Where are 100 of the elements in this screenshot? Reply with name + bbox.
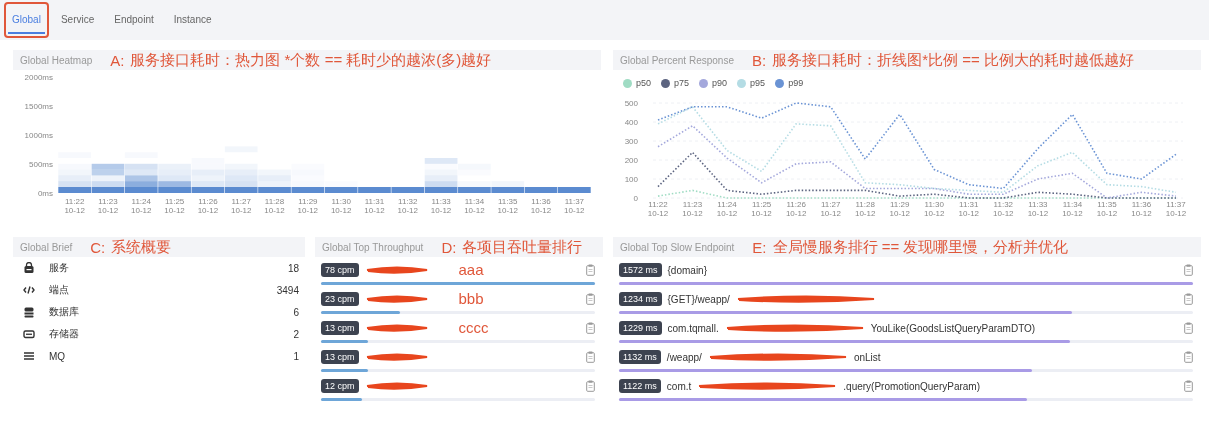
panel-title: Global Percent Response — [620, 54, 734, 66]
legend-item[interactable]: p99 — [775, 78, 804, 88]
annotation-text: 服务接口耗时：折线图*比例 == 比例大的耗时越低越好 — [772, 50, 1134, 70]
axis-label: 11:25 10-12 — [164, 197, 185, 215]
value-badge: 1132 ms — [619, 350, 661, 364]
axis-label: 11:33 10-12 — [1027, 200, 1049, 218]
axis-label: 11:35 10-12 — [497, 197, 518, 215]
axis-label: 11:28 10-12 — [854, 200, 876, 218]
axis-label: 400 — [624, 118, 638, 127]
axis-label: 2000ms — [24, 73, 53, 82]
axis-label: 11:32 10-12 — [993, 200, 1014, 218]
legend-item[interactable]: p90 — [699, 78, 728, 88]
axis-label: 11:36 10-12 — [530, 197, 552, 215]
tab[interactable]: Global — [8, 6, 45, 34]
redaction-scribble — [364, 352, 429, 362]
code-icon — [23, 284, 35, 296]
axis-label: 1000ms — [24, 131, 53, 140]
value-badge: 13 cpm — [321, 350, 359, 364]
axis-label: 11:35 10-12 — [1096, 200, 1118, 218]
endpoint-name: .query(PromotionQueryParam) — [843, 380, 981, 392]
axis-label: 11:33 10-12 — [430, 197, 452, 215]
clipboard-icon[interactable] — [1184, 293, 1193, 305]
legend-item[interactable]: p75 — [661, 78, 690, 88]
clipboard-icon[interactable] — [586, 380, 595, 392]
axis-label: 11:31 10-12 — [958, 200, 980, 218]
axis-label: 11:36 10-12 — [1131, 200, 1152, 218]
axis-label: 11:27 10-12 — [820, 200, 841, 218]
endpoint-name: {GET}/weapp/ — [667, 293, 730, 305]
storage-icon — [23, 328, 35, 340]
database-icon — [23, 306, 35, 318]
axis-label: 11:34 10-12 — [464, 197, 485, 215]
brief-count: 1 — [293, 350, 299, 362]
clipboard-icon[interactable] — [1184, 264, 1193, 276]
clipboard-icon[interactable] — [586, 351, 595, 363]
clipboard-icon[interactable] — [1184, 322, 1193, 334]
value-badge: 12 cpm — [321, 379, 359, 393]
annotation-letter: A: — [110, 51, 125, 69]
value-badge: 1122 ms — [619, 379, 661, 393]
axis-label: 11:32 10-12 — [397, 197, 418, 215]
brief-label: 存储器 — [49, 327, 80, 341]
clipboard-icon[interactable] — [586, 264, 595, 276]
value-badge: 13 cpm — [321, 321, 359, 335]
brief-label: 端点 — [49, 283, 70, 297]
clipboard-icon[interactable] — [1184, 351, 1193, 363]
annotation-letter: B: — [751, 51, 767, 69]
axis-label: 11:29 10-12 — [889, 200, 910, 218]
endpoint-name: {domain} — [667, 264, 707, 276]
annotation-letter: C: — [90, 238, 106, 256]
axis-label: 11:28 10-12 — [264, 197, 285, 215]
axis-label: 11:29 10-12 — [297, 197, 319, 215]
panel-title: Global Top Throughput — [322, 241, 424, 253]
axis-label: 11:22 10-12 — [647, 200, 669, 218]
axis-label: 11:23 10-12 — [97, 197, 119, 215]
axis-label: 11:30 10-12 — [924, 200, 945, 218]
value-badge: 1229 ms — [619, 321, 662, 335]
axis-label: 11:37 10-12 — [564, 197, 585, 215]
axis-label: 11:27 10-12 — [231, 197, 252, 215]
lock-icon — [23, 262, 35, 274]
axis-label: 11:31 10-12 — [364, 197, 385, 215]
axis-label: 11:34 10-12 — [1062, 200, 1083, 218]
clipboard-icon[interactable] — [1184, 380, 1193, 392]
value-badge: 78 cpm — [321, 263, 359, 277]
axis-label: 11:26 10-12 — [197, 197, 219, 215]
axis-label: 1500ms — [24, 102, 53, 111]
value-badge: 1234 ms — [619, 292, 662, 306]
value-badge: 1572 ms — [619, 263, 662, 277]
brief-count: 6 — [293, 306, 299, 318]
axis-label: 11:30 10-12 — [330, 197, 352, 215]
axis-label: 200 — [624, 156, 638, 165]
value-badge: 23 cpm — [321, 292, 359, 306]
axis-label: 500ms — [29, 160, 53, 169]
redaction-scribble — [364, 323, 429, 333]
clipboard-icon[interactable] — [586, 293, 595, 305]
axis-label: 0ms — [37, 189, 53, 198]
brief-label: 服务 — [49, 261, 70, 275]
axis-label: 11:24 10-12 — [716, 200, 738, 218]
tab[interactable]: Instance — [169, 6, 216, 34]
axis-label: 11:26 10-12 — [785, 200, 807, 218]
brief-label: 数据库 — [49, 305, 80, 319]
brief-label: MQ — [49, 350, 67, 362]
axis-label: 11:23 10-12 — [682, 200, 703, 218]
tab[interactable]: Service — [56, 6, 99, 34]
annotation-text: aaa — [458, 263, 484, 277]
legend-item[interactable]: p95 — [737, 78, 766, 88]
legend-item[interactable]: p50 — [623, 78, 652, 88]
tab[interactable]: Endpoint — [110, 6, 158, 34]
annotation-letter: E: — [752, 238, 767, 256]
endpoint-name: YouLike(GoodsListQueryParamDTO) — [870, 322, 1036, 334]
panel-title: Global Brief — [20, 241, 73, 253]
annotation-text: 各项目吞吐量排行 — [462, 237, 583, 257]
axis-label: 11:22 10-12 — [64, 197, 85, 215]
axis-label: 0 — [633, 194, 638, 203]
clipboard-icon[interactable] — [586, 322, 595, 334]
lines-icon — [23, 350, 35, 362]
endpoint-name: /weapp/ — [666, 351, 702, 363]
endpoint-name: com.t — [666, 380, 692, 392]
axis-label: 11:37 10-12 — [1165, 200, 1187, 218]
axis-label: 100 — [624, 175, 638, 184]
annotation-text: 全局慢服务排行 == 发现哪里慢，分析并优化 — [772, 237, 1069, 257]
annotation-text: 系统概要 — [111, 237, 172, 257]
